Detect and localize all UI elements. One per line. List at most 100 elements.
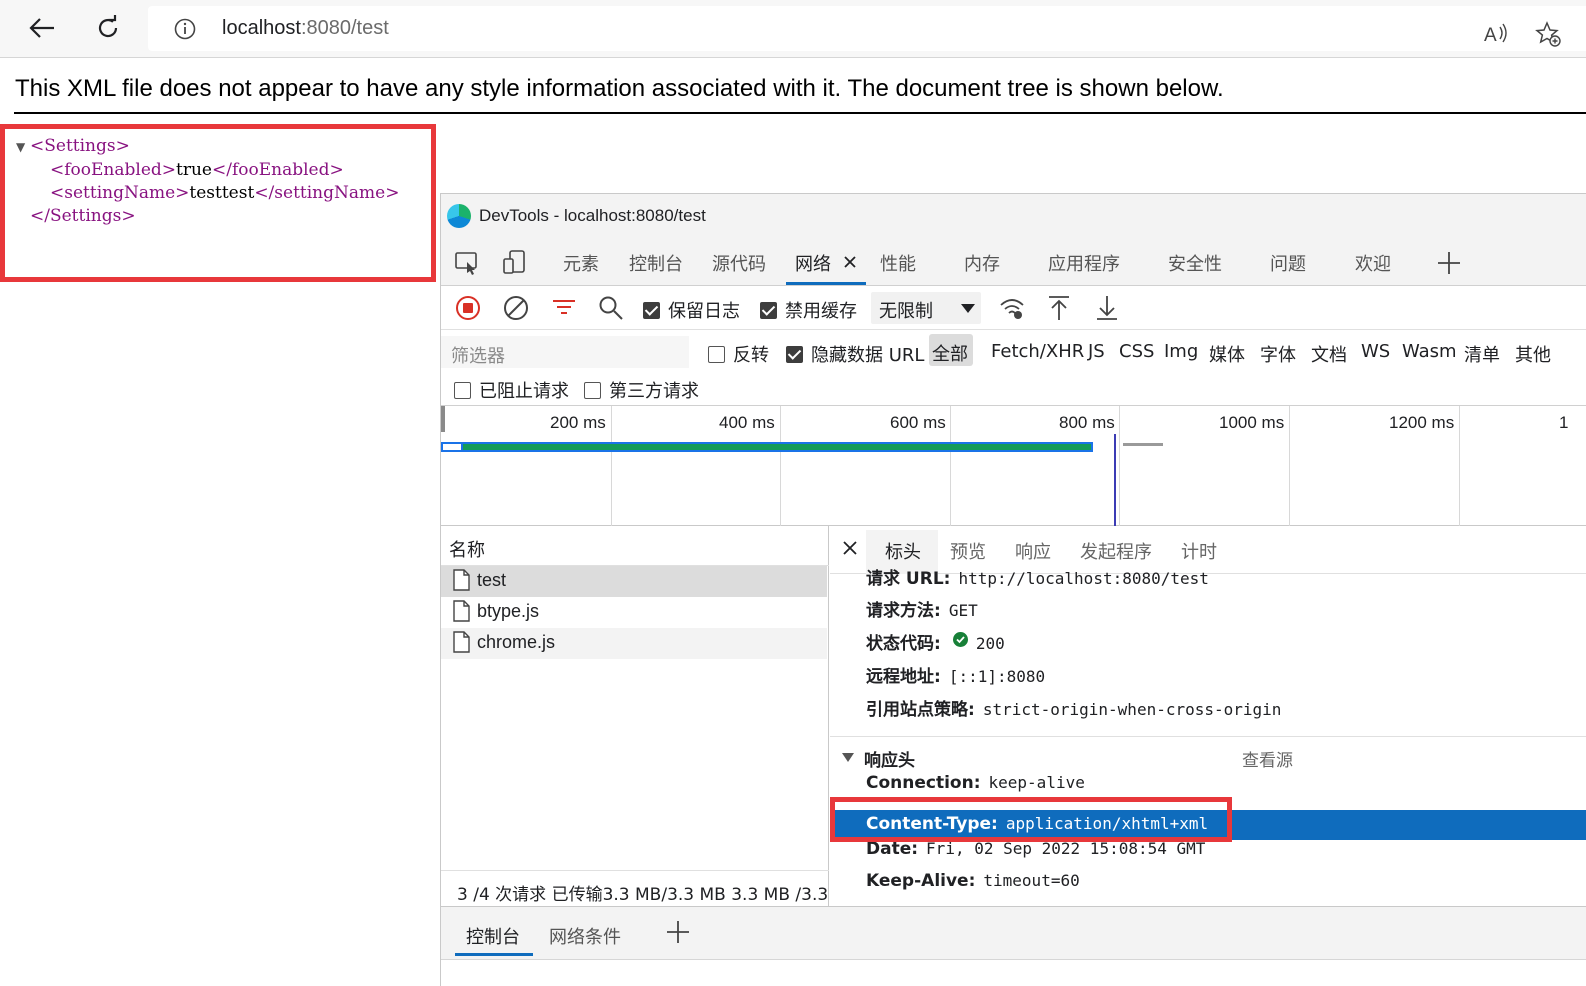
third-party-checkbox[interactable]: 第三方请求 bbox=[584, 377, 699, 403]
hide-data-url-checkbox[interactable]: 隐藏数据 URL bbox=[786, 341, 924, 367]
search-icon[interactable] bbox=[597, 294, 625, 322]
blocked-requests-checkbox[interactable]: 已阻止请求 bbox=[454, 377, 569, 403]
add-drawer-tab-plus-icon[interactable] bbox=[666, 920, 690, 944]
xml-highlight-box bbox=[0, 124, 436, 282]
close-detail-icon[interactable] bbox=[842, 540, 858, 556]
filter-input[interactable]: 筛选器 bbox=[441, 336, 689, 368]
tab-network[interactable]: 网络 bbox=[795, 250, 831, 276]
header-row-request-method: 请求方法: GET bbox=[866, 601, 978, 621]
network-conditions-icon[interactable] bbox=[998, 294, 1026, 322]
throttling-select[interactable]: 无限制 bbox=[871, 292, 981, 324]
header-row-date: Date: Fri, 02 Sep 2022 15:08:54 GMT bbox=[866, 839, 1206, 859]
blocked-check-icon[interactable] bbox=[454, 382, 471, 399]
filter-font[interactable]: 字体 bbox=[1260, 341, 1296, 367]
read-aloud-icon[interactable]: A bbox=[1482, 20, 1510, 48]
timeline-left-handle[interactable] bbox=[441, 406, 445, 432]
export-har-icon[interactable] bbox=[1093, 294, 1121, 322]
invert-check-icon[interactable] bbox=[708, 346, 725, 363]
timeline-tick-label: 1 bbox=[1559, 413, 1569, 432]
tab-response[interactable]: 响应 bbox=[1015, 538, 1051, 564]
active-tab-underline bbox=[786, 282, 866, 285]
inspect-element-icon[interactable] bbox=[453, 248, 481, 276]
back-arrow-icon bbox=[29, 18, 54, 38]
url-text[interactable]: localhost:8080/test bbox=[222, 17, 389, 40]
third-party-check-icon[interactable] bbox=[584, 382, 601, 399]
invert-checkbox[interactable]: 反转 bbox=[708, 341, 769, 367]
tab-console[interactable]: 控制台 bbox=[629, 250, 683, 276]
filter-css[interactable]: CSS bbox=[1119, 341, 1154, 362]
network-timeline[interactable]: 200 ms 400 ms 600 ms 800 ms 1000 ms 1200… bbox=[441, 406, 1586, 526]
close-tab-icon[interactable] bbox=[844, 256, 856, 268]
request-row[interactable]: btype.js bbox=[441, 597, 827, 628]
header-row-referrer-policy: 引用站点策略: strict-origin-when-cross-origin bbox=[866, 700, 1282, 720]
tab-application[interactable]: 应用程序 bbox=[1048, 250, 1120, 276]
disable-cache-check-icon[interactable] bbox=[760, 302, 777, 319]
tab-welcome[interactable]: 欢迎 bbox=[1355, 250, 1391, 276]
waterfall-bar-download bbox=[463, 442, 1093, 452]
disable-cache-checkbox[interactable]: 禁用缓存 bbox=[760, 297, 857, 323]
expand-triangle-icon[interactable] bbox=[842, 753, 854, 762]
content-type-highlight-box bbox=[830, 797, 1232, 842]
reload-button[interactable] bbox=[88, 8, 128, 48]
filter-ws[interactable]: WS bbox=[1361, 341, 1390, 362]
filter-all-button[interactable]: 全部 bbox=[929, 334, 973, 366]
clear-icon[interactable] bbox=[502, 294, 530, 322]
browser-toolbar: localhost:8080/test A bbox=[0, 0, 1586, 58]
name-column-header[interactable]: 名称 bbox=[441, 526, 829, 566]
request-row[interactable]: chrome.js bbox=[441, 628, 827, 659]
timeline-gridline bbox=[611, 406, 612, 526]
waterfall-bar-waiting bbox=[441, 442, 463, 452]
drawer-tab-console[interactable]: 控制台 bbox=[466, 923, 520, 949]
back-button[interactable] bbox=[22, 8, 62, 48]
header-row-keep-alive: Keep-Alive: timeout=60 bbox=[866, 871, 1080, 891]
timeline-tick-label: 800 ms bbox=[1059, 413, 1115, 432]
preserve-log-checkbox[interactable]: 保留日志 bbox=[643, 297, 740, 323]
timeline-gridline bbox=[1119, 406, 1120, 526]
filter-other[interactable]: 其他 bbox=[1515, 341, 1551, 367]
tab-security[interactable]: 安全性 bbox=[1168, 250, 1222, 276]
view-source-link[interactable]: 查看源 bbox=[1242, 746, 1293, 771]
filter-doc[interactable]: 文档 bbox=[1311, 341, 1347, 367]
filter-fetch-xhr[interactable]: Fetch/XHR bbox=[991, 341, 1084, 362]
filter-img[interactable]: Img bbox=[1164, 341, 1198, 362]
notice-divider bbox=[14, 112, 1586, 114]
timeline-gridline bbox=[950, 406, 951, 526]
timeline-gridline bbox=[780, 406, 781, 526]
favorite-add-icon[interactable] bbox=[1534, 20, 1562, 48]
filter-wasm[interactable]: Wasm bbox=[1402, 341, 1457, 362]
file-icon bbox=[453, 600, 470, 622]
tab-issues[interactable]: 问题 bbox=[1270, 250, 1306, 276]
filter-js[interactable]: JS bbox=[1088, 341, 1105, 362]
filter-manifest[interactable]: 清单 bbox=[1464, 341, 1500, 367]
tab-preview[interactable]: 预览 bbox=[950, 538, 986, 564]
import-har-icon[interactable] bbox=[1045, 294, 1073, 322]
device-emulation-icon[interactable] bbox=[501, 248, 529, 276]
request-list: 名称 test btype.js chrome.js 3 /4 次请求 已传输3… bbox=[441, 526, 829, 906]
more-tabs-plus-icon[interactable] bbox=[1437, 251, 1461, 275]
info-icon[interactable] bbox=[174, 18, 196, 40]
tab-elements[interactable]: 元素 bbox=[563, 250, 599, 276]
request-summary-status: 3 /4 次请求 已传输3.3 MB/3.3 MB 3.3 MB /3.3 bbox=[441, 870, 829, 906]
drawer-tab-network-conditions[interactable]: 网络条件 bbox=[549, 923, 621, 949]
file-icon bbox=[453, 569, 470, 591]
edge-logo-icon bbox=[447, 204, 471, 228]
tab-memory[interactable]: 内存 bbox=[964, 250, 1000, 276]
hide-data-url-check-icon[interactable] bbox=[786, 346, 803, 363]
request-row[interactable]: test bbox=[441, 566, 827, 597]
tab-headers[interactable]: 标头 bbox=[885, 538, 921, 564]
filter-icon[interactable] bbox=[550, 294, 578, 322]
file-icon bbox=[453, 631, 470, 653]
tab-sources[interactable]: 源代码 bbox=[712, 250, 766, 276]
tab-performance[interactable]: 性能 bbox=[880, 250, 916, 276]
timeline-gridline bbox=[1459, 406, 1460, 526]
record-stop-icon[interactable] bbox=[454, 294, 482, 322]
response-headers-section[interactable]: 响应头 查看源 bbox=[830, 736, 1586, 776]
devtools-tabs: 元素 控制台 源代码 网络 性能 内存 应用程序 安全性 问题 欢迎 bbox=[441, 238, 1586, 286]
load-event-marker bbox=[1114, 434, 1116, 526]
timeline-tick-label: 600 ms bbox=[890, 413, 946, 432]
tab-initiator[interactable]: 发起程序 bbox=[1080, 538, 1152, 564]
preserve-log-check-icon[interactable] bbox=[643, 302, 660, 319]
tab-timing[interactable]: 计时 bbox=[1181, 538, 1217, 564]
address-bar[interactable]: localhost:8080/test A bbox=[148, 6, 1586, 51]
filter-media[interactable]: 媒体 bbox=[1209, 341, 1245, 367]
